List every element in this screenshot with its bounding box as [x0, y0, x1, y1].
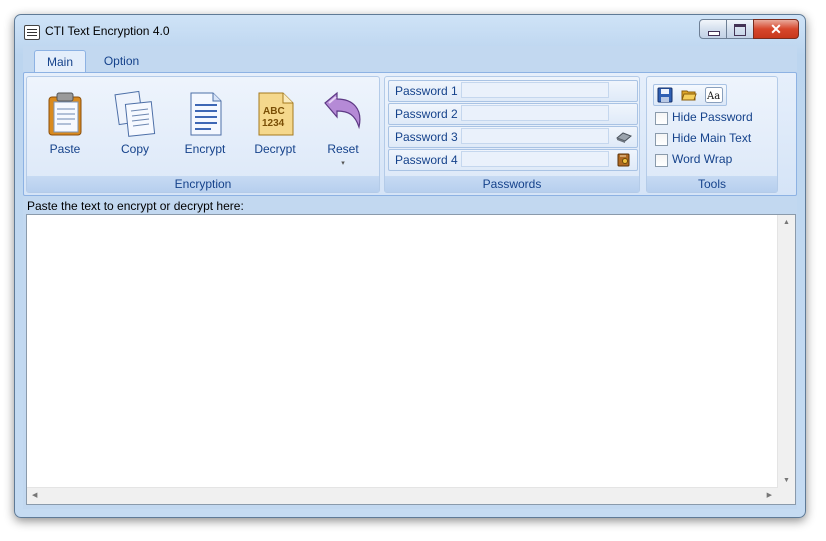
window-title: CTI Text Encryption 4.0	[45, 24, 170, 38]
close-button[interactable]: ✕	[753, 19, 799, 39]
password-row-4: Password 4	[388, 149, 638, 171]
password-row-3: Password 3	[388, 126, 638, 148]
reset-button[interactable]: Reset ▾	[313, 85, 373, 169]
decrypt-button[interactable]: ABC 1234 Decrypt	[245, 85, 305, 169]
main-text-area[interactable]: ▲ ▼ ◀ ▶	[26, 214, 796, 505]
password-1-input[interactable]	[461, 82, 609, 98]
vertical-scrollbar[interactable]: ▲ ▼	[777, 215, 795, 488]
passwords-group: Password 1 Password 2 Password 3 Passwor…	[384, 76, 640, 193]
reset-label: Reset	[327, 142, 359, 156]
paste-button[interactable]: Paste	[35, 85, 95, 169]
editor-hint: Paste the text to encrypt or decrypt her…	[27, 199, 244, 213]
open-folder-icon[interactable]	[681, 87, 697, 103]
decrypt-label: Decrypt	[254, 142, 296, 156]
copy-label: Copy	[120, 142, 149, 156]
paste-label: Paste	[49, 142, 81, 156]
minimize-button[interactable]	[699, 19, 727, 39]
encryption-group-label: Encryption	[27, 176, 379, 192]
maximize-icon	[734, 24, 746, 36]
scroll-up-icon[interactable]: ▲	[783, 219, 790, 226]
client-area: Main Option Paste Copy Encrypt ABC 1234 …	[23, 46, 797, 509]
clipboard-icon	[41, 89, 89, 137]
abc-1234-document-icon: ABC 1234	[251, 89, 299, 137]
window-controls: ✕	[699, 19, 799, 39]
app-icon	[24, 25, 40, 40]
tab-main[interactable]: Main	[34, 50, 86, 73]
title-bar: CTI Text Encryption 4.0 ✕	[15, 15, 805, 47]
key-book-icon[interactable]	[616, 153, 632, 167]
eraser-icon[interactable]	[616, 130, 632, 144]
password-4-input[interactable]	[461, 151, 609, 167]
ribbon-tabs: Main Option	[23, 46, 797, 73]
tools-group: Aa Hide Password Hide Main Text Word Wra…	[646, 76, 778, 193]
scroll-down-icon[interactable]: ▼	[783, 477, 790, 484]
ribbon: Paste Copy Encrypt ABC 1234 Decrypt Rese…	[23, 72, 797, 196]
tools-group-label: Tools	[647, 176, 777, 192]
copy-button[interactable]: Copy	[105, 85, 165, 169]
font-aa-icon-text: Aa	[706, 91, 720, 102]
password-1-label: Password 1	[395, 84, 458, 98]
save-disk-icon[interactable]	[657, 87, 673, 103]
maximize-button[interactable]	[726, 19, 754, 39]
scroll-left-icon[interactable]: ◀	[32, 491, 37, 499]
decrypt-icon-text-top: ABC	[263, 106, 285, 117]
password-2-label: Password 2	[395, 107, 458, 121]
reset-dropdown-icon[interactable]: ▾	[313, 159, 373, 167]
password-2-input[interactable]	[461, 105, 609, 121]
encrypt-button[interactable]: Encrypt	[175, 85, 235, 169]
password-3-label: Password 3	[395, 130, 458, 144]
word-wrap-label: Word Wrap	[672, 152, 733, 166]
hide-password-label: Hide Password	[672, 110, 753, 124]
decrypt-icon-text-bottom: 1234	[262, 118, 285, 129]
encryption-group: Paste Copy Encrypt ABC 1234 Decrypt Rese…	[26, 76, 380, 193]
close-icon: ✕	[770, 21, 782, 37]
scrollbar-corner	[778, 488, 795, 504]
password-row-2: Password 2	[388, 103, 638, 125]
hide-main-text-label: Hide Main Text	[672, 131, 752, 145]
hide-main-text-checkbox[interactable]	[655, 133, 668, 146]
minimize-icon	[708, 31, 720, 36]
tab-option[interactable]: Option	[99, 50, 144, 72]
password-4-label: Password 4	[395, 153, 458, 167]
document-lines-icon	[181, 89, 229, 137]
hide-password-checkbox[interactable]	[655, 112, 668, 125]
password-row-1: Password 1	[388, 80, 638, 102]
horizontal-scrollbar[interactable]: ◀ ▶	[27, 487, 778, 504]
undo-arrow-icon	[319, 89, 367, 137]
passwords-group-label: Passwords	[385, 176, 639, 192]
tools-icon-bar: Aa	[653, 84, 727, 106]
copy-pages-icon	[111, 89, 159, 137]
encrypt-label: Encrypt	[184, 142, 226, 156]
password-3-input[interactable]	[461, 128, 609, 144]
word-wrap-checkbox[interactable]	[655, 154, 668, 167]
scroll-right-icon[interactable]: ▶	[767, 491, 772, 499]
app-window: CTI Text Encryption 4.0 ✕ Main Option Pa…	[14, 14, 806, 518]
font-aa-icon[interactable]: Aa	[705, 87, 723, 103]
